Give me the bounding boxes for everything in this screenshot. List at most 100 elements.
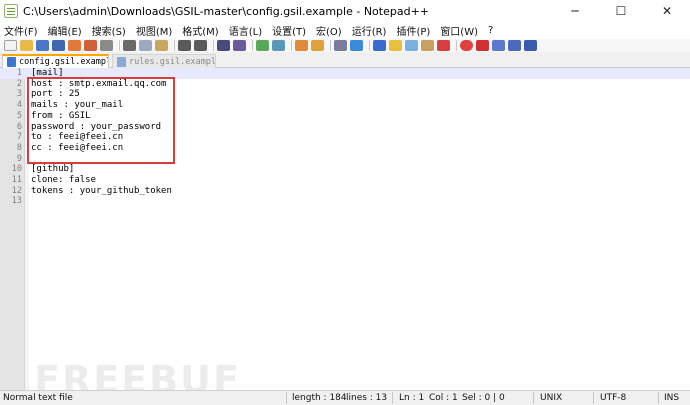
function-list-icon[interactable] bbox=[405, 40, 418, 51]
line-number: 10 bbox=[11, 164, 22, 175]
open-icon[interactable] bbox=[20, 40, 33, 51]
line-number: 9 bbox=[16, 153, 22, 164]
status-divider bbox=[533, 392, 534, 404]
line-number: 12 bbox=[11, 185, 22, 196]
tab-bar: config.gsil.example ✕ rules.gsil.example bbox=[0, 52, 690, 68]
menu-macro[interactable]: 宏(O) bbox=[316, 23, 342, 38]
editor-line[interactable]: 11 clone: false bbox=[0, 175, 690, 186]
menu-edit[interactable]: 编辑(E) bbox=[48, 23, 82, 38]
line-number: 13 bbox=[11, 196, 22, 207]
indent-guide-icon[interactable] bbox=[373, 40, 386, 51]
line-text: mails : your_mail bbox=[31, 100, 124, 111]
status-divider bbox=[593, 392, 594, 404]
editor-line[interactable]: 10 [github] bbox=[0, 164, 690, 175]
status-ln: Ln : 1 bbox=[399, 393, 425, 403]
all-chars-icon[interactable] bbox=[350, 40, 363, 51]
close-all-icon[interactable] bbox=[84, 40, 97, 51]
paste-icon[interactable] bbox=[155, 40, 168, 51]
status-lines: lines : 13 bbox=[346, 393, 388, 403]
print-icon[interactable] bbox=[100, 40, 113, 51]
editor-line[interactable]: 4 mails : your_mail bbox=[0, 100, 690, 111]
redo-icon[interactable] bbox=[194, 40, 207, 51]
close-button[interactable]: ✕ bbox=[644, 0, 690, 22]
menu-view[interactable]: 视图(M) bbox=[136, 23, 172, 38]
line-number: 5 bbox=[16, 110, 22, 121]
sync-h-icon[interactable] bbox=[311, 40, 324, 51]
wrap-icon[interactable] bbox=[334, 40, 347, 51]
record-macro-icon[interactable] bbox=[460, 40, 473, 51]
line-text: [mail] bbox=[31, 68, 64, 78]
tab-label: rules.gsil.example bbox=[129, 56, 216, 67]
editor-line[interactable]: 5 from : GSIL bbox=[0, 111, 690, 122]
editor-line[interactable]: 1 [mail] bbox=[0, 68, 690, 79]
editor-line[interactable]: 7 to : feei@feei.cn bbox=[0, 132, 690, 143]
zoom-in-icon[interactable] bbox=[256, 40, 269, 51]
monitor-icon[interactable] bbox=[437, 40, 450, 51]
minimize-button[interactable]: ─ bbox=[552, 0, 598, 22]
replace-icon[interactable] bbox=[233, 40, 246, 51]
status-divider bbox=[286, 392, 287, 404]
line-number: 1 bbox=[16, 68, 22, 78]
status-sel: Sel : 0 | 0 bbox=[462, 393, 505, 403]
close-icon[interactable] bbox=[68, 40, 81, 51]
status-encoding: UTF-8 bbox=[600, 393, 627, 403]
play-macro-icon[interactable] bbox=[492, 40, 505, 51]
toolbar-separator bbox=[174, 40, 175, 51]
tab-label: config.gsil.example bbox=[19, 57, 109, 67]
toolbar-separator bbox=[330, 40, 331, 51]
menu-format[interactable]: 格式(M) bbox=[182, 23, 218, 38]
line-number: 7 bbox=[16, 132, 22, 143]
status-length: length : 184 bbox=[292, 393, 347, 403]
sync-v-icon[interactable] bbox=[295, 40, 308, 51]
editor-line[interactable]: 6 password : your_password bbox=[0, 122, 690, 133]
saved-file-icon bbox=[7, 57, 16, 67]
save-macro-icon[interactable] bbox=[524, 40, 537, 51]
line-text: host : smtp.exmail.qq.com bbox=[31, 78, 167, 89]
tab-config-gsil-example[interactable]: config.gsil.example ✕ bbox=[2, 54, 109, 68]
play-multi-icon[interactable] bbox=[508, 40, 521, 51]
menu-search[interactable]: 搜索(S) bbox=[92, 23, 126, 38]
menu-bar: 文件(F) 编辑(E) 搜索(S) 视图(M) 格式(M) 语言(L) 设置(T… bbox=[0, 22, 690, 39]
line-text: port : 25 bbox=[31, 89, 80, 100]
notepad-plus-plus-icon bbox=[4, 4, 18, 18]
line-text: [github] bbox=[31, 164, 75, 175]
line-number: 3 bbox=[16, 89, 22, 100]
menu-run[interactable]: 运行(R) bbox=[352, 23, 387, 38]
title-bar: C:\Users\admin\Downloads\GSIL-master\con… bbox=[0, 0, 690, 22]
maximize-button[interactable]: ☐ bbox=[598, 0, 644, 22]
undo-icon[interactable] bbox=[178, 40, 191, 51]
editor-line[interactable]: 3 port : 25 bbox=[0, 89, 690, 100]
save-all-icon[interactable] bbox=[52, 40, 65, 51]
find-icon[interactable] bbox=[217, 40, 230, 51]
line-text: cc : feei@feei.cn bbox=[31, 142, 124, 153]
line-number: 8 bbox=[16, 142, 22, 153]
tab-rules-gsil-example[interactable]: rules.gsil.example bbox=[112, 54, 216, 68]
status-col: Col : 1 bbox=[429, 393, 458, 403]
menu-window[interactable]: 窗口(W) bbox=[440, 23, 478, 38]
editor-line[interactable]: 13 bbox=[0, 196, 690, 207]
folder-workspace-icon[interactable] bbox=[421, 40, 434, 51]
new-icon[interactable] bbox=[4, 40, 17, 51]
editor-line[interactable]: 8 cc : feei@feei.cn bbox=[0, 143, 690, 154]
line-number: 11 bbox=[11, 175, 22, 185]
menu-plugins[interactable]: 插件(P) bbox=[396, 23, 430, 38]
line-text: password : your_password bbox=[31, 121, 162, 132]
stop-record-icon[interactable] bbox=[476, 40, 489, 51]
editor-line[interactable]: 9 bbox=[0, 154, 690, 165]
menu-language[interactable]: 语言(L) bbox=[229, 23, 262, 38]
menu-file[interactable]: 文件(F) bbox=[4, 23, 38, 38]
editor-line[interactable]: 2 host : smtp.exmail.qq.com bbox=[0, 79, 690, 90]
save-icon[interactable] bbox=[36, 40, 49, 51]
status-mode: INS bbox=[664, 393, 680, 403]
menu-help[interactable]: ? bbox=[488, 25, 493, 36]
line-number: 4 bbox=[16, 100, 22, 111]
doc-map-icon[interactable] bbox=[389, 40, 402, 51]
editor-line[interactable]: 12 tokens : your_github_token bbox=[0, 186, 690, 197]
zoom-out-icon[interactable] bbox=[272, 40, 285, 51]
cut-icon[interactable] bbox=[123, 40, 136, 51]
copy-icon[interactable] bbox=[139, 40, 152, 51]
line-number: 6 bbox=[16, 121, 22, 132]
menu-settings[interactable]: 设置(T) bbox=[272, 23, 306, 38]
text-editor[interactable]: 1 [mail] 2 host : smtp.exmail.qq.com 3 port… bbox=[0, 68, 690, 390]
toolbar-separator bbox=[456, 40, 457, 51]
